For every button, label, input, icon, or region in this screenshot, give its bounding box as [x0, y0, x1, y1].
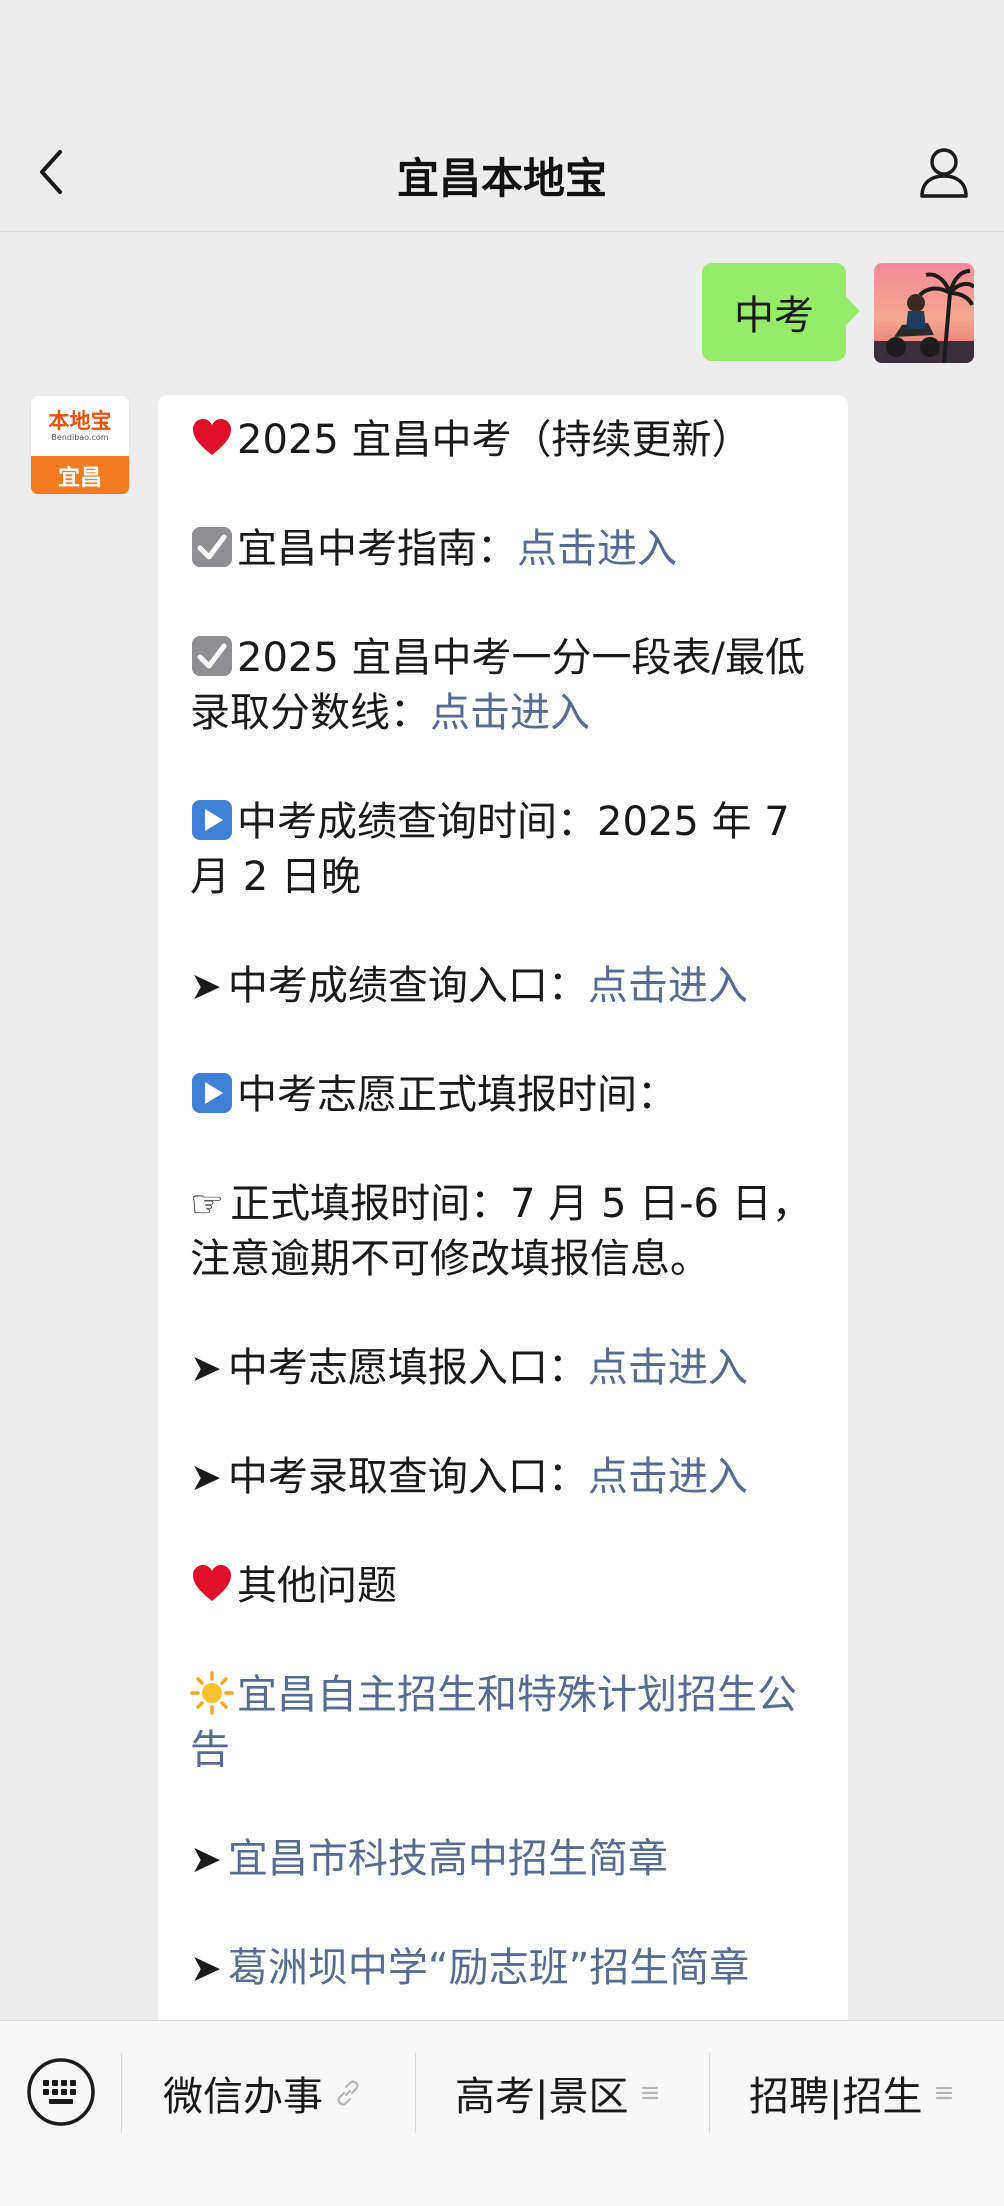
reply-text: 中考成绩查询时间：2025 年 7 月 2 日晚: [190, 799, 790, 900]
menu-item-label: 微信办事: [163, 2074, 323, 2120]
result-entry-link[interactable]: 点击进入: [588, 963, 748, 1009]
keyboard-icon[interactable]: [26, 2057, 96, 2127]
reply-text: 其他问题: [237, 1563, 397, 1609]
reply-line-self-enrollment: 宜昌自主招生和特殊计划招生公告: [190, 1668, 822, 1778]
sun-icon: [190, 1671, 234, 1715]
reply-line-application-detail: ☞ 正式填报时间：7 月 5 日-6 日，注意逾期不可修改填报信息。: [190, 1177, 822, 1287]
reply-line-other: 其他问题: [190, 1559, 822, 1614]
tech-school-link[interactable]: 宜昌市科技高中招生简章: [228, 1836, 668, 1882]
guide-link[interactable]: 点击进入: [517, 526, 677, 572]
score-table-link[interactable]: 点击进入: [430, 690, 590, 736]
reply-line-guide: 宜昌中考指南：点击进入: [190, 522, 822, 577]
reply-text: 中考录取查询入口：: [227, 1454, 588, 1500]
incoming-message-bubble: 2025 宜昌中考（持续更新） 宜昌中考指南：点击进入 2025 宜昌中考一分一…: [158, 395, 848, 2020]
user-avatar[interactable]: [874, 263, 974, 363]
menu-divider: [121, 2053, 122, 2133]
menu-divider: [709, 2053, 710, 2133]
chat-screen: 宜昌本地宝 中考 本地宝 Bendibao.com 宜昌 2025 宜昌中考（持…: [0, 0, 1004, 2206]
menu-divider: [415, 2053, 416, 2133]
menu-item-jobs-enrollment[interactable]: 招聘|招生: [749, 2061, 954, 2125]
avatar-brand-text: 本地宝: [48, 408, 112, 433]
profile-icon[interactable]: [914, 142, 974, 202]
check-box-icon: [192, 636, 232, 676]
reply-text: 中考成绩查询入口：: [227, 963, 588, 1009]
gezhouba-link[interactable]: 葛洲坝中学“励志班”招生简章: [228, 1945, 749, 1991]
reply-line-application-entry: ➤ 中考志愿填报入口：点击进入: [190, 1341, 822, 1396]
reply-text: 中考志愿填报入口：: [227, 1345, 588, 1391]
arrow-icon: ➤: [190, 1837, 222, 1881]
reply-text: 中考志愿正式填报时间：: [237, 1072, 677, 1118]
reply-line-application-time: 中考志愿正式填报时间：: [190, 1068, 822, 1123]
arrow-icon: ➤: [190, 1346, 222, 1390]
bottom-menu-bar: 微信办事 高考|景区 招聘|招生: [0, 2020, 1004, 2206]
check-box-icon: [192, 527, 232, 567]
reply-line-result-entry: ➤ 中考成绩查询入口：点击进入: [190, 959, 822, 1014]
admission-entry-link[interactable]: 点击进入: [588, 1454, 748, 1500]
red-heart-icon: [193, 419, 231, 455]
official-account-avatar[interactable]: 本地宝 Bendibao.com 宜昌: [30, 395, 130, 495]
avatar-domain-text: Bendibao.com: [51, 433, 109, 442]
reply-line-tech-school: ➤ 宜昌市科技高中招生简章: [190, 1832, 822, 1887]
menu-item-gaokao-scenic[interactable]: 高考|景区: [455, 2061, 660, 2125]
red-heart-icon: [193, 1565, 231, 1601]
reply-line-title: 2025 宜昌中考（持续更新）: [190, 413, 822, 468]
arrow-icon: ➤: [190, 1946, 222, 1990]
self-enrollment-link[interactable]: 宜昌自主招生和特殊计划招生公告: [190, 1672, 797, 1773]
menu-item-label: 高考|景区: [455, 2074, 629, 2120]
reply-text: 正式填报时间：7 月 5 日-6 日，注意逾期不可修改填报信息。: [190, 1181, 812, 1282]
link-icon: [337, 2080, 359, 2106]
avatar-logo-top: 本地宝 Bendibao.com: [31, 396, 129, 456]
menu-item-wechat-services[interactable]: 微信办事: [163, 2061, 361, 2125]
play-button-icon: [192, 1073, 232, 1113]
reply-line-score-table: 2025 宜昌中考一分一段表/最低录取分数线：点击进入: [190, 631, 822, 741]
menu-item-label: 招聘|招生: [749, 2074, 923, 2120]
avatar-city-label: 宜昌: [31, 456, 129, 494]
reply-line-admission-entry: ➤ 中考录取查询入口：点击进入: [190, 1450, 822, 1505]
chat-area[interactable]: 中考 本地宝 Bendibao.com 宜昌 2025 宜昌中考（持续更新） 宜…: [0, 233, 1004, 2020]
reply-text: 宜昌中考指南：: [237, 526, 517, 572]
submenu-icon: [642, 2086, 659, 2100]
submenu-icon: [936, 2086, 953, 2100]
page-title: 宜昌本地宝: [396, 154, 607, 203]
pointing-hand-icon: ☞: [190, 1182, 225, 1226]
arrow-icon: ➤: [190, 964, 222, 1008]
outgoing-message-bubble[interactable]: 中考: [702, 263, 860, 361]
reply-line-gezhouba: ➤ 葛洲坝中学“励志班”招生简章: [190, 1941, 822, 1996]
reply-line-result-time: 中考成绩查询时间：2025 年 7 月 2 日晚: [190, 795, 822, 905]
outgoing-message-text: 中考: [734, 293, 814, 339]
application-entry-link[interactable]: 点击进入: [588, 1345, 748, 1391]
reply-text: 2025 宜昌中考（持续更新）: [237, 417, 752, 463]
arrow-icon: ➤: [190, 1455, 222, 1499]
play-button-icon: [192, 800, 232, 840]
top-nav-bar: 宜昌本地宝: [0, 0, 1004, 232]
